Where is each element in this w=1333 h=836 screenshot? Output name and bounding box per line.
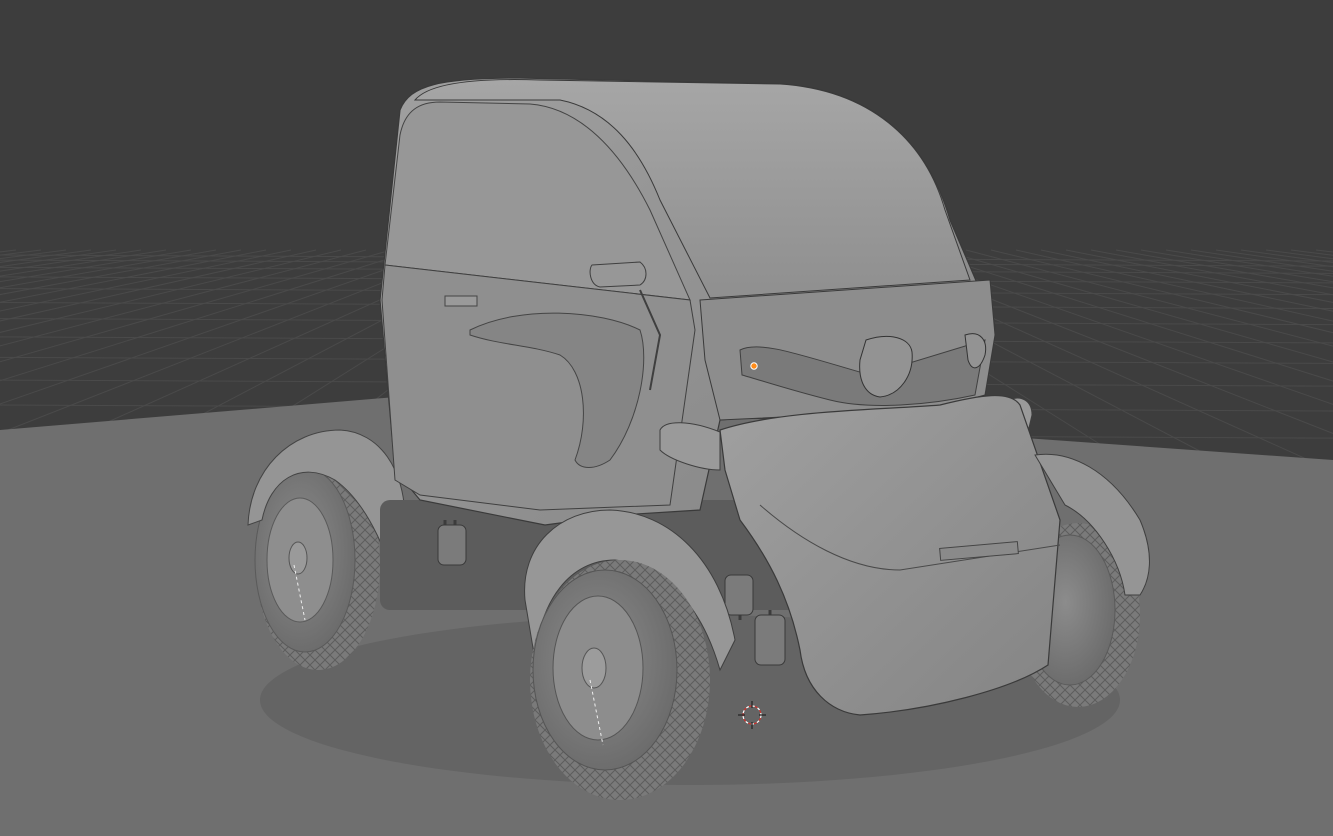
door-panel <box>381 264 696 511</box>
object-origin-icon <box>750 362 758 370</box>
side-mirror <box>589 261 647 288</box>
3d-viewport[interactable] <box>0 0 1333 836</box>
front-left-wheel <box>530 560 710 800</box>
door-handle <box>444 295 478 307</box>
scene-canvas[interactable] <box>0 0 1333 836</box>
